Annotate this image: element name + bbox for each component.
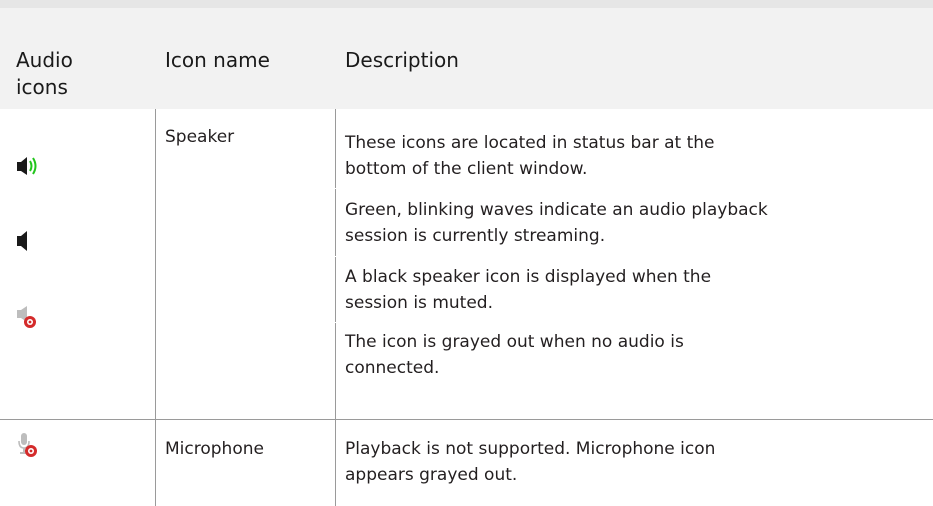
speaker-description-muted: A black speaker icon is displayed when t… xyxy=(345,267,712,313)
speaker-description-location: These icons are located in status bar at… xyxy=(345,133,715,179)
header-icon-name: Icon name xyxy=(165,48,270,72)
header-audio-icons: Audio icons xyxy=(16,48,73,99)
speaker-waves-icon xyxy=(17,157,37,175)
row-divider xyxy=(0,419,933,420)
row-speaker-name: Speaker xyxy=(165,127,235,147)
row-microphone-name: Microphone xyxy=(165,439,264,459)
column-divider-2 xyxy=(335,109,336,506)
speaker-description-disconnected: The icon is grayed out when no audio is … xyxy=(345,332,684,378)
description-separator xyxy=(335,322,933,323)
header-description: Description xyxy=(345,48,459,72)
speaker-muted-icon xyxy=(17,231,27,251)
description-separator xyxy=(335,256,933,257)
speaker-description-streaming: Green, blinking waves indicate an audio … xyxy=(345,200,768,246)
microphone-disconnected-icon xyxy=(18,433,37,457)
top-strip xyxy=(0,0,933,8)
description-separator xyxy=(335,188,933,189)
table-header: Audio icons Icon name Description xyxy=(0,8,933,109)
column-divider-1 xyxy=(155,109,156,506)
speaker-disconnected-icon xyxy=(17,306,36,328)
microphone-description: Playback is not supported. Microphone ic… xyxy=(345,439,716,485)
